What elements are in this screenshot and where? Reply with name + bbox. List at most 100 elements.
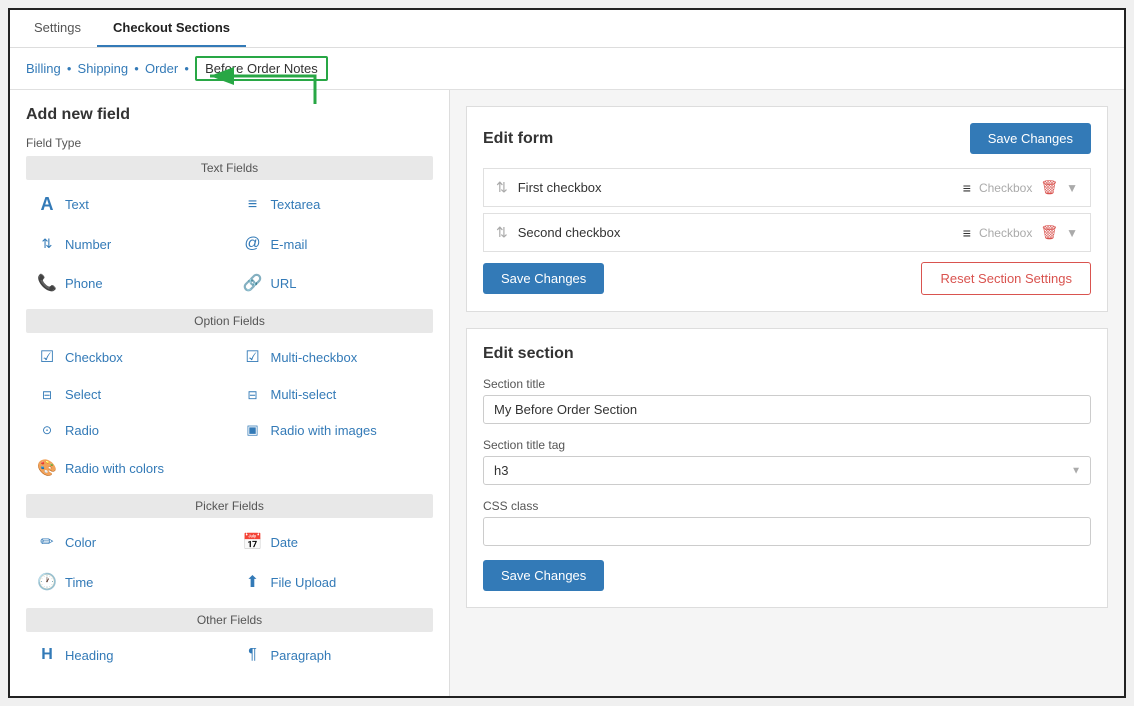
edit-form-box: Edit form Save Changes ⇅ First checkbox …: [466, 106, 1108, 312]
field-checkbox[interactable]: ☑ Checkbox: [26, 339, 228, 375]
field-color[interactable]: ✏ Color: [26, 524, 228, 560]
row-label-first-checkbox: First checkbox: [518, 180, 953, 195]
field-radio[interactable]: ⊙ Radio: [26, 414, 228, 446]
phone-icon: 📞: [37, 273, 57, 293]
edit-section-area: Edit section Section title Section title…: [466, 328, 1108, 608]
edit-section-title: Edit section: [483, 345, 1091, 363]
multi-checkbox-icon: ☑: [243, 347, 263, 367]
table-row: ⇅ First checkbox ≡ Checkbox 🗑 ▼: [483, 168, 1091, 207]
subnav-order[interactable]: Order: [145, 61, 178, 76]
edit-form-header: Edit form Save Changes: [483, 123, 1091, 154]
green-arrow: [205, 56, 325, 109]
other-fields-header: Other Fields: [26, 608, 433, 632]
field-radio-images-label: Radio with images: [271, 423, 377, 438]
css-class-group: CSS class: [483, 499, 1091, 546]
field-color-label: Color: [65, 535, 96, 550]
row-label-second-checkbox: Second checkbox: [518, 225, 953, 240]
field-text[interactable]: A Text: [26, 186, 228, 223]
field-checkbox-label: Checkbox: [65, 350, 123, 365]
field-type-label: Field Type: [26, 136, 433, 150]
main-layout: Add new field Field Type Text Fields A T…: [10, 90, 1124, 696]
field-email[interactable]: @ E-mail: [232, 227, 434, 261]
edit-form-title: Edit form: [483, 130, 553, 148]
sort-icon-2[interactable]: ⇅: [496, 224, 508, 241]
field-text-label: Text: [65, 197, 89, 212]
radio-colors-icon: 🎨: [37, 458, 57, 478]
field-multi-select-label: Multi-select: [271, 387, 337, 402]
field-radio-with-images[interactable]: ▣ Radio with images: [232, 414, 434, 446]
subnav: Billing ● Shipping ● Order ● Before Orde…: [10, 48, 1124, 90]
text-fields-header: Text Fields: [26, 156, 433, 180]
field-phone[interactable]: 📞 Phone: [26, 265, 228, 301]
radio-icon: ⊙: [37, 423, 57, 437]
field-select[interactable]: ⊟ Select: [26, 379, 228, 410]
time-icon: 🕐: [37, 572, 57, 592]
subnav-dot-1: ●: [67, 64, 72, 73]
field-paragraph[interactable]: ¶ Paragraph: [232, 638, 434, 672]
field-multi-select[interactable]: ⊟ Multi-select: [232, 379, 434, 410]
email-icon: @: [243, 235, 263, 253]
row-actions-2: ≡ Checkbox 🗑 ▼: [963, 224, 1078, 241]
delete-icon-1[interactable]: 🗑: [1040, 179, 1058, 196]
subnav-dot-2: ●: [134, 64, 139, 73]
field-email-label: E-mail: [271, 237, 308, 252]
field-date-label: Date: [271, 535, 298, 550]
section-title-tag-label: Section title tag: [483, 438, 1091, 452]
paragraph-icon: ¶: [243, 646, 263, 664]
field-url-label: URL: [271, 276, 297, 291]
row-actions: ≡ Checkbox 🗑 ▼: [963, 179, 1078, 196]
chevron-icon-2[interactable]: ▼: [1066, 226, 1078, 240]
section-title-label: Section title: [483, 377, 1091, 391]
field-url[interactable]: 🔗 URL: [232, 265, 434, 301]
right-panel: Edit form Save Changes ⇅ First checkbox …: [450, 90, 1124, 696]
tab-settings[interactable]: Settings: [18, 10, 97, 47]
subnav-billing[interactable]: Billing: [26, 61, 61, 76]
picker-fields-header: Picker Fields: [26, 494, 433, 518]
field-radio-with-colors[interactable]: 🎨 Radio with colors: [26, 450, 433, 486]
subnav-dot-3: ●: [184, 64, 189, 73]
list-icon-2: ≡: [963, 225, 971, 241]
color-icon: ✏: [37, 532, 57, 552]
picker-fields-grid: ✏ Color 📅 Date 🕐 Time ⬆ File Upload: [26, 524, 433, 600]
sort-icon[interactable]: ⇅: [496, 179, 508, 196]
field-date[interactable]: 📅 Date: [232, 524, 434, 560]
edit-section-save-btn[interactable]: Save Changes: [483, 560, 604, 591]
field-time-label: Time: [65, 575, 93, 590]
field-radio-label: Radio: [65, 423, 99, 438]
option-fields-header: Option Fields: [26, 309, 433, 333]
tab-checkout-sections[interactable]: Checkout Sections: [97, 10, 246, 47]
other-fields-grid: H Heading ¶ Paragraph: [26, 638, 433, 672]
css-class-input[interactable]: [483, 517, 1091, 546]
section-title-tag-group: Section title tag h1 h2 h3 h4 h5 h6 div …: [483, 438, 1091, 485]
section-title-group: Section title: [483, 377, 1091, 424]
field-number[interactable]: ⇅ Number: [26, 227, 228, 261]
field-select-label: Select: [65, 387, 101, 402]
number-icon: ⇅: [37, 236, 57, 252]
field-number-label: Number: [65, 237, 111, 252]
field-time[interactable]: 🕐 Time: [26, 564, 228, 600]
select-icon: ⊟: [37, 388, 57, 402]
left-panel: Add new field Field Type Text Fields A T…: [10, 90, 450, 696]
delete-icon-2[interactable]: 🗑: [1040, 224, 1058, 241]
subnav-shipping[interactable]: Shipping: [78, 61, 129, 76]
field-multi-checkbox[interactable]: ☑ Multi-checkbox: [232, 339, 434, 375]
date-icon: 📅: [243, 532, 263, 552]
chevron-icon-1[interactable]: ▼: [1066, 181, 1078, 195]
edit-form-save-btn-bottom[interactable]: Save Changes: [483, 263, 604, 294]
text-fields-grid: A Text ≡ Textarea ⇅ Number @ E-mail 📞: [26, 186, 433, 301]
tab-bar: Settings Checkout Sections: [10, 10, 1124, 48]
reset-section-settings-btn[interactable]: Reset Section Settings: [921, 262, 1091, 295]
field-textarea[interactable]: ≡ Textarea: [232, 186, 434, 223]
section-title-tag-select[interactable]: h1 h2 h3 h4 h5 h6 div span p: [483, 456, 1091, 485]
section-title-input[interactable]: [483, 395, 1091, 424]
textarea-icon: ≡: [243, 196, 263, 214]
field-file-upload[interactable]: ⬆ File Upload: [232, 564, 434, 600]
field-textarea-label: Textarea: [271, 197, 321, 212]
field-heading[interactable]: H Heading: [26, 638, 228, 672]
section-title-tag-select-wrapper: h1 h2 h3 h4 h5 h6 div span p: [483, 456, 1091, 485]
row-type-1: Checkbox: [979, 181, 1032, 195]
list-icon-1: ≡: [963, 180, 971, 196]
css-class-label: CSS class: [483, 499, 1091, 513]
edit-form-save-btn[interactable]: Save Changes: [970, 123, 1091, 154]
file-upload-icon: ⬆: [243, 572, 263, 592]
